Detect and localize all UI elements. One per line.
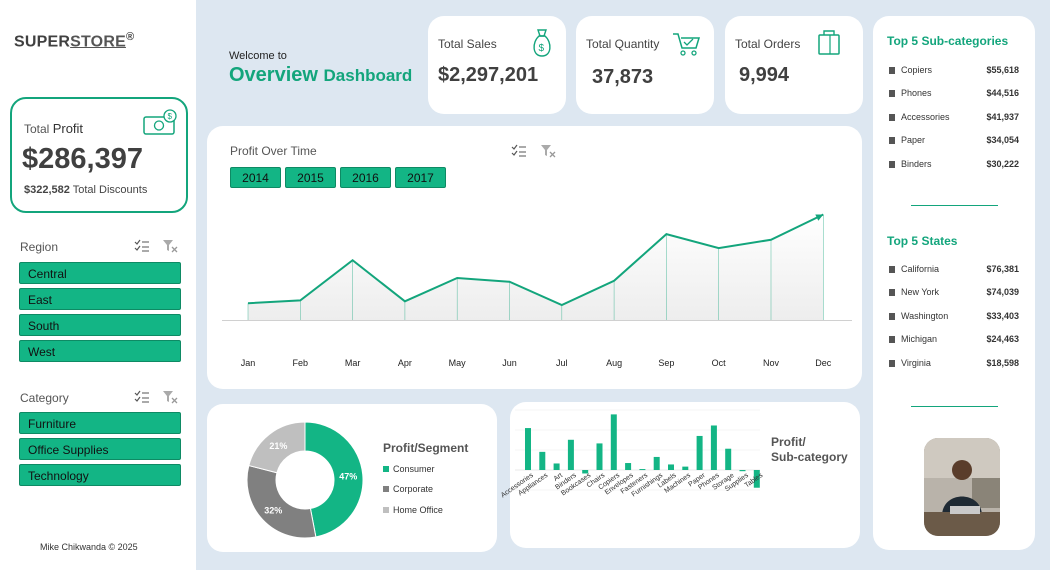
list-item: Copiers $55,618 — [889, 65, 1019, 79]
page-title: Overview Dashboard — [229, 64, 413, 86]
list-item: California $76,381 — [889, 264, 1019, 278]
footer-credit: Mike Chikwanda © 2025 — [40, 542, 138, 552]
bar-machines — [682, 466, 689, 470]
total-profit-label: Total Profit — [24, 121, 84, 136]
donut-label: 32% — [264, 505, 282, 515]
kpi-value: 9,994 — [739, 64, 790, 86]
profit-segment-title: Profit/Segment — [383, 441, 469, 455]
divider — [911, 205, 998, 206]
kpi-label: Total Quantity — [586, 37, 660, 51]
category-office-supplies-button[interactable]: Office Supplies — [19, 438, 181, 460]
month-label: Dec — [815, 358, 832, 368]
month-label: Apr — [397, 358, 412, 368]
bar-paper — [696, 435, 703, 470]
list-item: Binders $30,222 — [889, 159, 1019, 173]
multi-select-icon[interactable] — [511, 144, 527, 163]
month-label: Nov — [762, 358, 779, 368]
region-central-button[interactable]: Central — [19, 262, 181, 284]
bar-labels — [668, 464, 674, 470]
svg-text:$: $ — [168, 112, 173, 121]
superstore-logo: SUPERSTORE® — [14, 31, 135, 51]
bar-fasteners — [639, 469, 646, 471]
top-states-title: Top 5 States — [887, 234, 958, 248]
region-south-button[interactable]: South — [19, 314, 181, 336]
month-label: May — [448, 358, 466, 368]
category-furniture-button[interactable]: Furniture — [19, 412, 181, 434]
clear-filter-icon[interactable] — [162, 239, 178, 256]
list-item: Phones $44,516 — [889, 88, 1019, 102]
bar-phones — [710, 425, 717, 470]
legend-consumer: Consumer — [383, 464, 435, 474]
bar-furnishings — [653, 456, 660, 470]
total-profit-value: $286,397 — [22, 143, 143, 175]
welcome-text: Welcome to — [229, 50, 287, 62]
profit-line-chart — [222, 213, 852, 321]
region-west-button[interactable]: West — [19, 340, 181, 362]
divider — [911, 406, 998, 407]
region-slicer-title: Region — [20, 240, 59, 254]
donut-label: 47% — [339, 471, 357, 481]
region-east-button[interactable]: East — [19, 288, 181, 310]
profit-area — [248, 214, 824, 320]
bar-chairs — [596, 443, 603, 470]
bar-binders — [567, 439, 574, 470]
top-subcategories-title: Top 5 Sub-categories — [887, 34, 1009, 48]
list-item: New York $74,039 — [889, 287, 1019, 301]
profit-subcategory-title: Profit/Sub-category — [771, 435, 848, 464]
month-label: Feb — [292, 358, 309, 368]
year-2014-button[interactable]: 2014 — [230, 167, 281, 188]
kpi-card-total-sales: Total Sales $ $2,297,201 — [428, 16, 566, 114]
month-label: Oct — [711, 358, 726, 368]
month-label: Jul — [556, 358, 568, 368]
multi-select-icon[interactable] — [134, 239, 150, 256]
clear-filter-icon[interactable] — [162, 390, 178, 407]
money-icon: $ — [143, 109, 179, 142]
profit-segment-donut: 47% 32% 21% — [246, 421, 364, 539]
multi-select-icon[interactable] — [134, 390, 150, 407]
month-label: Aug — [606, 358, 623, 368]
category-technology-button[interactable]: Technology — [19, 464, 181, 486]
bar-accessories — [525, 428, 531, 470]
shopping-bag-icon — [817, 28, 843, 61]
bar-storage — [725, 448, 732, 470]
bar-art — [553, 463, 560, 470]
bar-envelopes — [625, 463, 632, 470]
bar-copiers — [610, 414, 617, 470]
total-profit-card: Total Profit $ $286,397 $322,582 Total D… — [10, 97, 188, 213]
year-2015-button[interactable]: 2015 — [285, 167, 336, 188]
profit-over-time-title: Profit Over Time — [230, 144, 317, 158]
list-item: Virginia $18,598 — [889, 358, 1019, 372]
sidebar: SUPERSTORE® Total Profit $ $286,397 $322… — [0, 0, 196, 570]
year-2016-button[interactable]: 2016 — [340, 167, 391, 188]
list-item: Paper $34,054 — [889, 135, 1019, 149]
kpi-value: 37,873 — [592, 66, 654, 88]
bar-appliances — [539, 451, 546, 470]
list-item: Accessories $41,937 — [889, 112, 1019, 126]
total-discounts: $322,582 Total Discounts — [24, 184, 148, 196]
shopping-cart-icon — [672, 32, 702, 63]
kpi-value: $2,297,201 — [438, 64, 539, 86]
legend-corporate: Corporate — [383, 484, 433, 494]
donut-slice-corporate — [246, 464, 317, 539]
month-label: Jun — [502, 358, 517, 368]
month-label: Mar — [344, 358, 361, 368]
bar-supplies — [739, 470, 746, 472]
donut-label: 21% — [269, 441, 287, 451]
year-2017-button[interactable]: 2017 — [395, 167, 446, 188]
kpi-label: Total Orders — [735, 37, 801, 51]
legend-home-office: Home Office — [383, 505, 443, 515]
svg-text:$: $ — [539, 43, 545, 54]
kpi-card-total-quantity: Total Quantity 37,873 — [576, 16, 714, 114]
money-bag-icon: $ — [530, 28, 554, 63]
avatar — [924, 438, 1000, 536]
list-item: Washington $33,403 — [889, 311, 1019, 325]
kpi-card-total-orders: Total Orders 9,994 — [725, 16, 863, 114]
category-slicer-title: Category — [20, 391, 69, 405]
month-label: Sep — [658, 358, 675, 368]
list-item: Michigan $24,463 — [889, 334, 1019, 348]
clear-filter-icon[interactable] — [540, 144, 556, 163]
month-label: Jan — [240, 358, 256, 368]
kpi-label: Total Sales — [438, 37, 497, 51]
